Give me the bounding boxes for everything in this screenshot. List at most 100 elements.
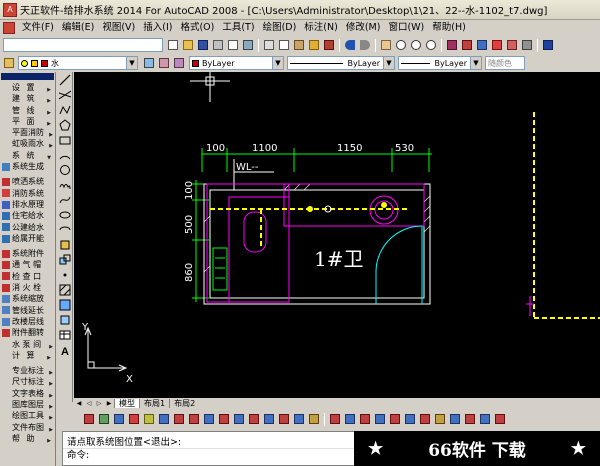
sidebar-item-calc[interactable]: 计 算 ▶ xyxy=(0,350,55,361)
menu-dimension[interactable]: 标注(N) xyxy=(300,21,342,35)
chamfer-icon[interactable] xyxy=(277,412,291,426)
sidebar-item-draw-tools[interactable]: 绘图工具 ▶ xyxy=(0,410,55,421)
extend-icon[interactable] xyxy=(232,412,246,426)
document-icon[interactable] xyxy=(3,22,15,34)
menu-tools[interactable]: 工具(T) xyxy=(218,21,258,35)
print-icon[interactable] xyxy=(211,38,225,52)
sidebar-item-extend[interactable]: 管线延长 xyxy=(0,305,55,316)
leader-icon[interactable] xyxy=(478,412,492,426)
sidebar-item-sprinkler[interactable]: 喷洒系统 xyxy=(0,176,55,187)
sidebar-item-system-fitting[interactable]: 系统附件 xyxy=(0,248,55,259)
menu-insert[interactable]: 插入(I) xyxy=(139,21,176,35)
hatch-icon[interactable] xyxy=(58,283,72,297)
polyline-icon[interactable] xyxy=(58,103,72,117)
copy-icon[interactable] xyxy=(277,38,291,52)
design-center-icon[interactable] xyxy=(460,38,474,52)
make-block-icon[interactable] xyxy=(58,253,72,267)
fillet-icon[interactable] xyxy=(292,412,306,426)
arc-icon[interactable] xyxy=(58,148,72,162)
mirror-icon[interactable] xyxy=(112,412,126,426)
erase-icon[interactable] xyxy=(82,412,96,426)
sidebar-item-system[interactable]: 系 统 ▼ xyxy=(0,150,55,161)
dim-diameter-icon[interactable] xyxy=(403,412,417,426)
rotate-icon[interactable] xyxy=(172,412,186,426)
tool-palette-icon[interactable] xyxy=(475,38,489,52)
gradient-icon[interactable] xyxy=(58,298,72,312)
revcloud-icon[interactable] xyxy=(58,178,72,192)
plot-style-combo[interactable]: 随颜色 xyxy=(485,56,525,70)
sidebar-item-plan-fire[interactable]: 平面消防 ▶ xyxy=(0,127,55,138)
zoom-window-icon[interactable] xyxy=(409,38,423,52)
calculator-icon[interactable] xyxy=(520,38,534,52)
open-icon[interactable] xyxy=(181,38,195,52)
workspace-combo[interactable] xyxy=(3,38,163,52)
save-icon[interactable] xyxy=(196,38,210,52)
tolerance-icon[interactable] xyxy=(493,412,507,426)
tab-layout1[interactable]: 布局1 xyxy=(139,398,169,408)
sidebar-item-help[interactable]: 帮 助 ▶ xyxy=(0,433,55,444)
scale-icon[interactable] xyxy=(187,412,201,426)
ellipse-icon[interactable] xyxy=(58,208,72,222)
sidebar-item-floor-line[interactable]: 改楼层线 xyxy=(0,316,55,327)
spline-icon[interactable] xyxy=(58,193,72,207)
sidebar-item-dim-annotation[interactable]: 尺寸标注 ▶ xyxy=(0,376,55,387)
menu-view[interactable]: 视图(V) xyxy=(98,21,139,35)
last-tab-icon[interactable]: ▶ xyxy=(104,400,114,407)
new-icon[interactable] xyxy=(166,38,180,52)
redo-icon[interactable] xyxy=(358,38,372,52)
sidebar-item-supply-open[interactable]: 给属开能 xyxy=(0,233,55,244)
sidebar-item-building[interactable]: 建 筑 ▶ xyxy=(0,93,55,104)
sidebar-item-file-layout[interactable]: 文件布图 ▶ xyxy=(0,422,55,433)
zoom-previous-icon[interactable] xyxy=(424,38,438,52)
sidebar-item-flip[interactable]: 附件翻转 xyxy=(0,327,55,338)
rectangle-icon[interactable] xyxy=(58,133,72,147)
dim-continue-icon[interactable] xyxy=(463,412,477,426)
layer-manager-icon[interactable] xyxy=(2,56,16,70)
next-tab-icon[interactable]: ▷ xyxy=(94,400,104,407)
sidebar-item-residential[interactable]: 住宅给水 xyxy=(0,210,55,221)
sidebar-item-system-generate[interactable]: 系统生成 xyxy=(0,161,55,172)
sidebar-item-drainage[interactable]: 排水原理 xyxy=(0,199,55,210)
line-icon[interactable] xyxy=(58,73,72,87)
sidebar-item-vent-cap[interactable]: 通 气 帽 xyxy=(0,259,55,270)
stretch-icon[interactable] xyxy=(202,412,216,426)
paste-icon[interactable] xyxy=(292,38,306,52)
mtext-icon[interactable]: A xyxy=(58,343,72,357)
dim-baseline-icon[interactable] xyxy=(448,412,462,426)
region-icon[interactable] xyxy=(58,313,72,327)
sidebar-item-public[interactable]: 公建给水 xyxy=(0,222,55,233)
color-combo[interactable]: ByLayer ▼ xyxy=(189,56,284,70)
sheet-set-icon[interactable] xyxy=(490,38,504,52)
prev-tab-icon[interactable]: ◁ xyxy=(84,400,94,407)
make-current-icon[interactable] xyxy=(142,56,156,70)
brush-icon[interactable] xyxy=(322,38,336,52)
menu-format[interactable]: 格式(O) xyxy=(176,21,218,35)
construction-line-icon[interactable] xyxy=(58,88,72,102)
explode-icon[interactable] xyxy=(307,412,321,426)
sidebar-item-pipeline[interactable]: 管 线 ▶ xyxy=(0,105,55,116)
preview-icon[interactable] xyxy=(226,38,240,52)
first-tab-icon[interactable]: ◀ xyxy=(74,400,84,407)
layer-combo[interactable]: 水 ▼ xyxy=(18,56,138,70)
dim-arc-icon[interactable] xyxy=(358,412,372,426)
dim-angular-icon[interactable] xyxy=(418,412,432,426)
break-icon[interactable] xyxy=(247,412,261,426)
sidebar-item-settings[interactable]: 设 置 ▶ xyxy=(0,82,55,93)
pan-icon[interactable] xyxy=(379,38,393,52)
menu-file[interactable]: 文件(F) xyxy=(18,21,58,35)
sidebar-item-hydrant[interactable]: 消 火 栓 xyxy=(0,282,55,293)
offset-icon[interactable] xyxy=(127,412,141,426)
move-icon[interactable] xyxy=(157,412,171,426)
zoom-realtime-icon[interactable] xyxy=(394,38,408,52)
array-icon[interactable] xyxy=(142,412,156,426)
table-icon[interactable] xyxy=(58,328,72,342)
linetype-combo[interactable]: ByLayer ▼ xyxy=(287,56,395,70)
tab-layout2[interactable]: 布局2 xyxy=(169,398,199,408)
menu-window[interactable]: 窗口(W) xyxy=(384,21,428,35)
publish-icon[interactable] xyxy=(241,38,255,52)
menu-modify[interactable]: 修改(M) xyxy=(342,21,385,35)
menu-edit[interactable]: 编辑(E) xyxy=(58,21,98,35)
join-icon[interactable] xyxy=(262,412,276,426)
insert-block-icon[interactable] xyxy=(58,238,72,252)
menu-help[interactable]: 帮助(H) xyxy=(428,21,470,35)
